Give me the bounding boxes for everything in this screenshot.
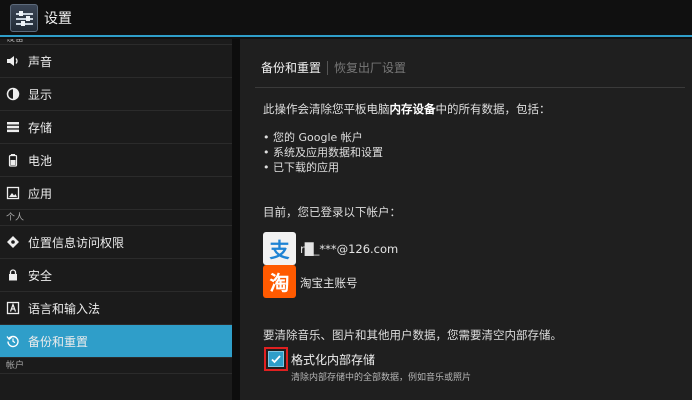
sidebar-item-language-input[interactable]: 语言和输入法	[0, 292, 232, 325]
pane-divider	[232, 39, 240, 400]
sidebar-item-security[interactable]: 安全	[0, 259, 232, 292]
storage-icon	[6, 120, 20, 134]
bullet-downloaded-apps: • 已下载的应用	[263, 161, 339, 174]
backup-icon	[6, 334, 20, 348]
accounts-heading: 目前，您已登录以下帐户：	[263, 205, 401, 219]
taobao-icon: 淘	[263, 265, 296, 298]
lock-icon	[6, 268, 20, 282]
sidebar-item-display[interactable]: 显示	[0, 78, 232, 111]
account-name-alipay: r█_***@126.com	[300, 242, 399, 256]
settings-app-icon[interactable]	[10, 3, 38, 32]
location-icon	[6, 235, 20, 249]
category-personal: 个人	[0, 210, 232, 226]
bullet-google-account: • 您的 Google 帐户	[263, 131, 363, 144]
apps-icon	[6, 186, 20, 200]
keyboard-icon	[6, 301, 20, 315]
sidebar-item-label: 声音	[28, 54, 53, 69]
sidebar-item-label: 安全	[28, 268, 53, 283]
sidebar-item-sound[interactable]: 声音	[0, 45, 232, 78]
warning-intro: 此操作会清除您平板电脑内存设备中的所有数据，包括：	[263, 102, 551, 116]
battery-icon	[6, 153, 20, 167]
sidebar-item-storage[interactable]: 存储	[0, 111, 232, 144]
action-bar: 设置	[0, 0, 692, 37]
format-storage-description: 清除内部存储中的全部数据，例如音乐或照片	[291, 373, 472, 383]
format-storage-checkbox[interactable]	[268, 351, 284, 367]
app-title: 设置	[44, 10, 72, 27]
breadcrumb-current: 备份和重置	[261, 61, 322, 75]
clear-storage-note: 要清除音乐、图片和其他用户数据，您需要清空内部存储。	[263, 328, 562, 342]
content-pane: 备份和重置 恢复出厂设置 此操作会清除您平板电脑内存设备中的所有数据，包括： •…	[240, 39, 692, 400]
checkmark-icon	[271, 355, 281, 364]
brightness-icon	[6, 87, 20, 101]
sidebar-item-label: 存储	[28, 120, 53, 135]
alipay-icon: 支	[263, 232, 296, 265]
sidebar-item-backup-reset[interactable]: 备份和重置	[0, 325, 232, 358]
sidebar-item-label: 显示	[28, 87, 53, 102]
breadcrumb: 备份和重置 恢复出厂设置	[261, 59, 406, 76]
account-name-taobao: 淘宝主账号	[300, 276, 358, 290]
header-divider	[255, 87, 685, 88]
breadcrumb-separator	[327, 60, 329, 75]
sidebar-item-label: 备份和重置	[28, 334, 89, 349]
sidebar-item-label: 语言和输入法	[28, 301, 101, 316]
sidebar-item-label: 应用	[28, 186, 53, 201]
sidebar-item-location[interactable]: 位置信息访问权限	[0, 226, 232, 259]
category-accounts: 帐户	[0, 358, 232, 374]
bullet-system-data: • 系统及应用数据和设置	[263, 146, 383, 159]
sidebar-item-apps[interactable]: 应用	[0, 177, 232, 210]
settings-sidebar: 设备 声音 显示 存储 电池 应用 个人 位置信息访问权限 安全 语言和输入法 …	[0, 39, 232, 400]
sidebar-item-label: 位置信息访问权限	[28, 235, 125, 250]
breadcrumb-previous[interactable]: 恢复出厂设置	[334, 59, 406, 76]
sidebar-item-label: 电池	[28, 153, 53, 168]
format-storage-label[interactable]: 格式化内部存储	[291, 351, 375, 368]
sidebar-item-battery[interactable]: 电池	[0, 144, 232, 177]
speaker-icon	[6, 54, 20, 68]
